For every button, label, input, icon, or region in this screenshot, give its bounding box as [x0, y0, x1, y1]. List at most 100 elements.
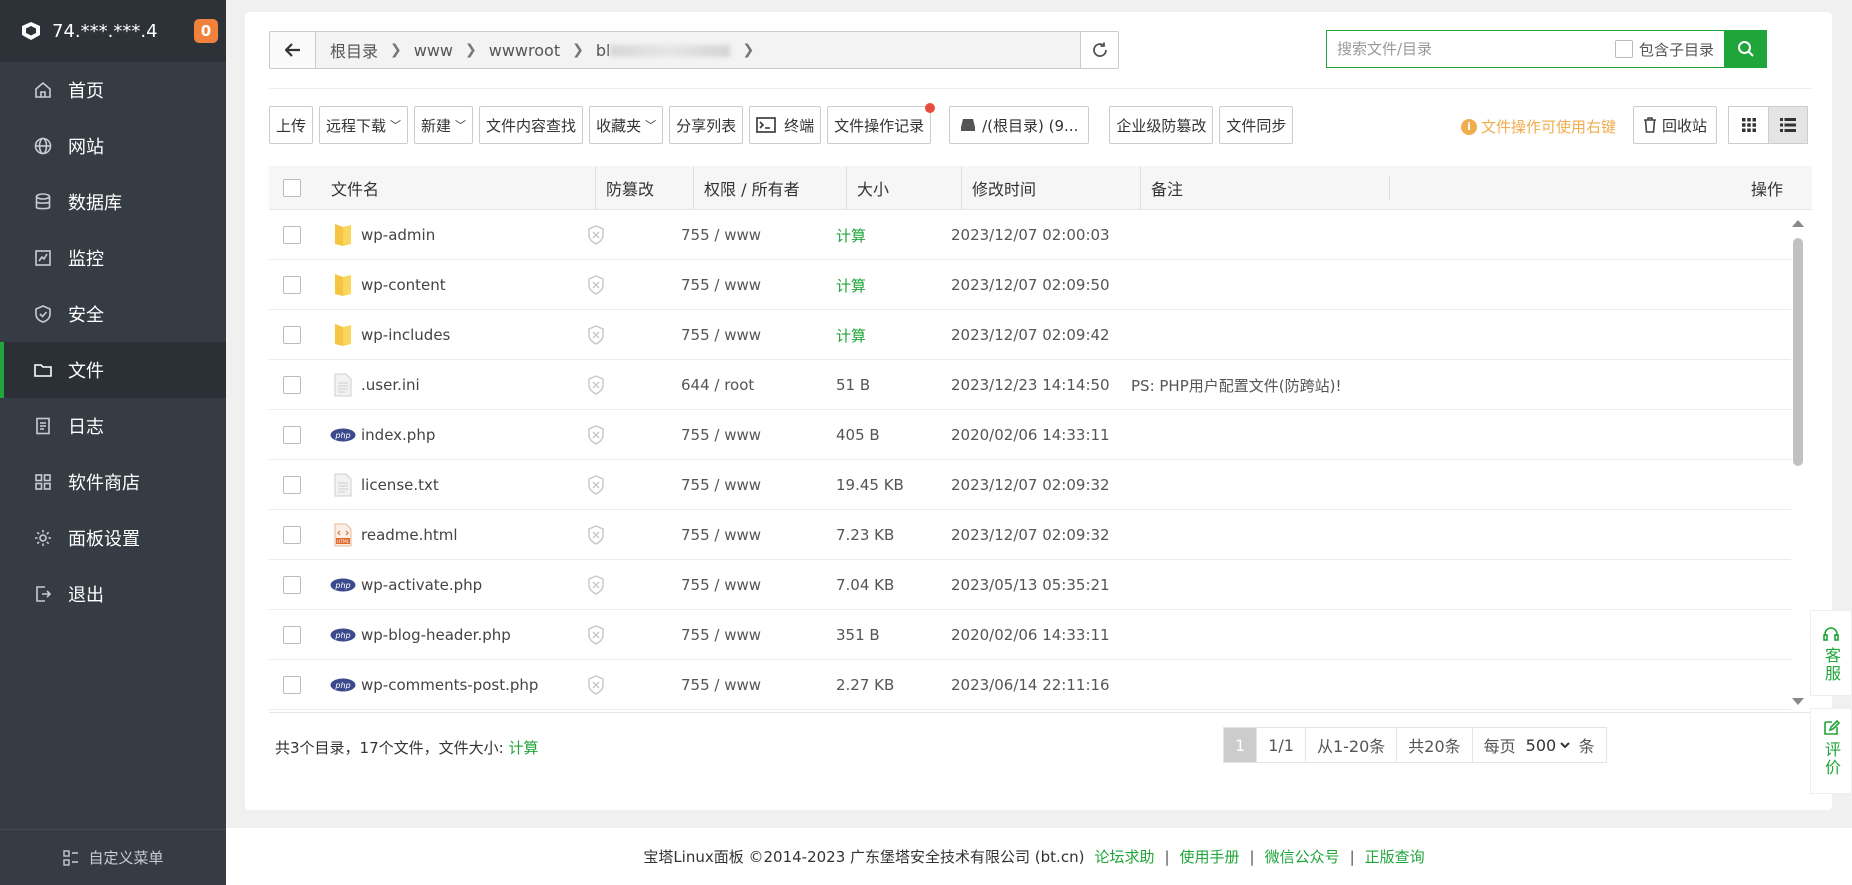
table-row[interactable]: php wp-blog-header.php 755 / www 351 B 2… [269, 610, 1791, 660]
file-name[interactable]: index.php [361, 410, 435, 460]
search-button[interactable] [1724, 30, 1767, 68]
disk-button[interactable]: /(根目录) (9... [949, 106, 1090, 144]
page-current[interactable]: 1 [1223, 727, 1258, 763]
row-checkbox[interactable] [283, 276, 301, 294]
new-button[interactable]: 新建 ﹀ [414, 106, 474, 144]
file-name[interactable]: wp-includes [361, 310, 450, 360]
sidebar-item-database[interactable]: 数据库 [0, 174, 226, 230]
include-subdir-toggle[interactable]: 包含子目录 [1614, 39, 1714, 60]
customer-service-button[interactable]: 客服 [1810, 610, 1852, 696]
scroll-up-arrow[interactable] [1792, 220, 1804, 227]
sidebar-item-files[interactable]: 文件 [0, 342, 226, 398]
breadcrumb-www[interactable]: www [408, 41, 459, 60]
file-perm[interactable]: 755 / www [681, 260, 761, 310]
tamper-button[interactable]: 企业级防篡改 [1109, 106, 1214, 144]
row-checkbox[interactable] [283, 676, 301, 694]
refresh-button[interactable] [1081, 31, 1119, 69]
file-perm[interactable]: 755 / www [681, 510, 761, 560]
search-input[interactable] [1337, 40, 1615, 58]
sidebar-item-settings[interactable]: 面板设置 [0, 510, 226, 566]
file-size-calc[interactable]: 计算 [836, 210, 866, 260]
sidebar-item-home[interactable]: 首页 [0, 62, 226, 118]
table-row[interactable]: php wp-comments-post.php 755 / www 2.27 … [269, 660, 1791, 710]
table-row[interactable]: php index.php 755 / www 405 B 2020/02/06… [269, 410, 1791, 460]
row-checkbox[interactable] [283, 476, 301, 494]
forum-link[interactable]: 论坛求助 [1094, 846, 1154, 867]
recycle-bin-button[interactable]: 回收站 [1633, 106, 1717, 144]
row-checkbox[interactable] [283, 576, 301, 594]
tamper-shield-icon[interactable] [585, 610, 607, 660]
file-perm[interactable]: 755 / www [681, 560, 761, 610]
column-header-mtime[interactable]: 修改时间 [961, 166, 1036, 210]
file-name[interactable]: license.txt [361, 460, 439, 510]
table-row[interactable]: wp-admin 755 / www 计算 2023/12/07 02:00:0… [269, 210, 1791, 260]
file-perm[interactable]: 755 / www [681, 310, 761, 360]
file-name[interactable]: wp-comments-post.php [361, 660, 538, 710]
row-checkbox[interactable] [283, 376, 301, 394]
breadcrumb-site[interactable]: bl [590, 41, 737, 60]
list-view-button[interactable] [1768, 106, 1808, 144]
tamper-shield-icon[interactable] [585, 210, 607, 260]
file-name[interactable]: wp-content [361, 260, 446, 310]
sidebar-item-logout[interactable]: 退出 [0, 566, 226, 622]
file-name[interactable]: wp-admin [361, 210, 435, 260]
per-page-select[interactable]: 500 [1521, 734, 1573, 756]
file-name[interactable]: .user.ini [361, 360, 420, 410]
tamper-shield-icon[interactable] [585, 310, 607, 360]
license-check-link[interactable]: 正版查询 [1365, 846, 1425, 867]
grid-view-button[interactable] [1728, 106, 1768, 144]
table-row[interactable]: .user.ini 644 / root 51 B 2023/12/23 14:… [269, 360, 1791, 410]
table-row[interactable]: wp-content 755 / www 计算 2023/12/07 02:09… [269, 260, 1791, 310]
file-note[interactable]: PS: PHP用户配置文件(防跨站)! [1131, 360, 1341, 410]
scrollbar-thumb[interactable] [1793, 238, 1803, 466]
back-button[interactable] [269, 31, 315, 69]
op-log-button[interactable]: 文件操作记录 [827, 103, 936, 144]
scroll-down-arrow[interactable] [1792, 698, 1804, 705]
tamper-shield-icon[interactable] [585, 560, 607, 610]
table-row[interactable]: license.txt 755 / www 19.45 KB 2023/12/0… [269, 460, 1791, 510]
favorites-button[interactable]: 收藏夹 ﹀ [589, 106, 664, 144]
table-row[interactable]: php wp-activate.php 755 / www 7.04 KB 20… [269, 560, 1791, 610]
row-checkbox[interactable] [283, 426, 301, 444]
table-row[interactable]: HTML readme.html 755 / www 7.23 KB 2023/… [269, 510, 1791, 560]
wechat-link[interactable]: 微信公众号 [1265, 846, 1340, 867]
sync-button[interactable]: 文件同步 [1219, 106, 1294, 144]
review-button[interactable]: 评价 [1810, 708, 1852, 794]
row-checkbox[interactable] [283, 326, 301, 344]
tamper-shield-icon[interactable] [585, 360, 607, 410]
file-name[interactable]: wp-activate.php [361, 560, 482, 610]
row-checkbox[interactable] [283, 226, 301, 244]
file-perm[interactable]: 755 / www [681, 410, 761, 460]
tamper-shield-icon[interactable] [585, 260, 607, 310]
content-search-button[interactable]: 文件内容查找 [479, 106, 584, 144]
upload-button[interactable]: 上传 [269, 106, 314, 144]
file-size-calc[interactable]: 计算 [836, 310, 866, 360]
file-perm[interactable]: 755 / www [681, 210, 761, 260]
column-header-name[interactable]: 文件名 [331, 166, 379, 210]
tamper-shield-icon[interactable] [585, 460, 607, 510]
row-checkbox[interactable] [283, 526, 301, 544]
file-name[interactable]: wp-blog-header.php [361, 610, 511, 660]
breadcrumb-wwwroot[interactable]: wwwroot [483, 41, 566, 60]
file-perm[interactable]: 755 / www [681, 660, 761, 710]
remote-download-button[interactable]: 远程下载 ﹀ [319, 106, 409, 144]
sidebar-item-monitor[interactable]: 监控 [0, 230, 226, 286]
include-subdir-checkbox[interactable] [1614, 40, 1633, 58]
share-list-button[interactable]: 分享列表 [669, 106, 744, 144]
sidebar-item-security[interactable]: 安全 [0, 286, 226, 342]
file-size-calc[interactable]: 计算 [836, 260, 866, 310]
tamper-shield-icon[interactable] [585, 510, 607, 560]
file-name[interactable]: readme.html [361, 510, 458, 560]
select-all-checkbox[interactable] [283, 179, 301, 197]
notification-badge[interactable]: 0 [194, 19, 218, 43]
sidebar-item-website[interactable]: 网站 [0, 118, 226, 174]
custom-menu-button[interactable]: 自定义菜单 [0, 829, 226, 885]
sidebar-item-app-store[interactable]: 软件商店 [0, 454, 226, 510]
sidebar-item-logs[interactable]: 日志 [0, 398, 226, 454]
breadcrumb-root[interactable]: 根目录 [324, 38, 384, 62]
column-header-size[interactable]: 大小 [846, 166, 889, 210]
manual-link[interactable]: 使用手册 [1180, 846, 1240, 867]
total-size-calc[interactable]: 计算 [508, 739, 538, 757]
file-perm[interactable]: 644 / root [681, 360, 754, 410]
tamper-shield-icon[interactable] [585, 410, 607, 460]
